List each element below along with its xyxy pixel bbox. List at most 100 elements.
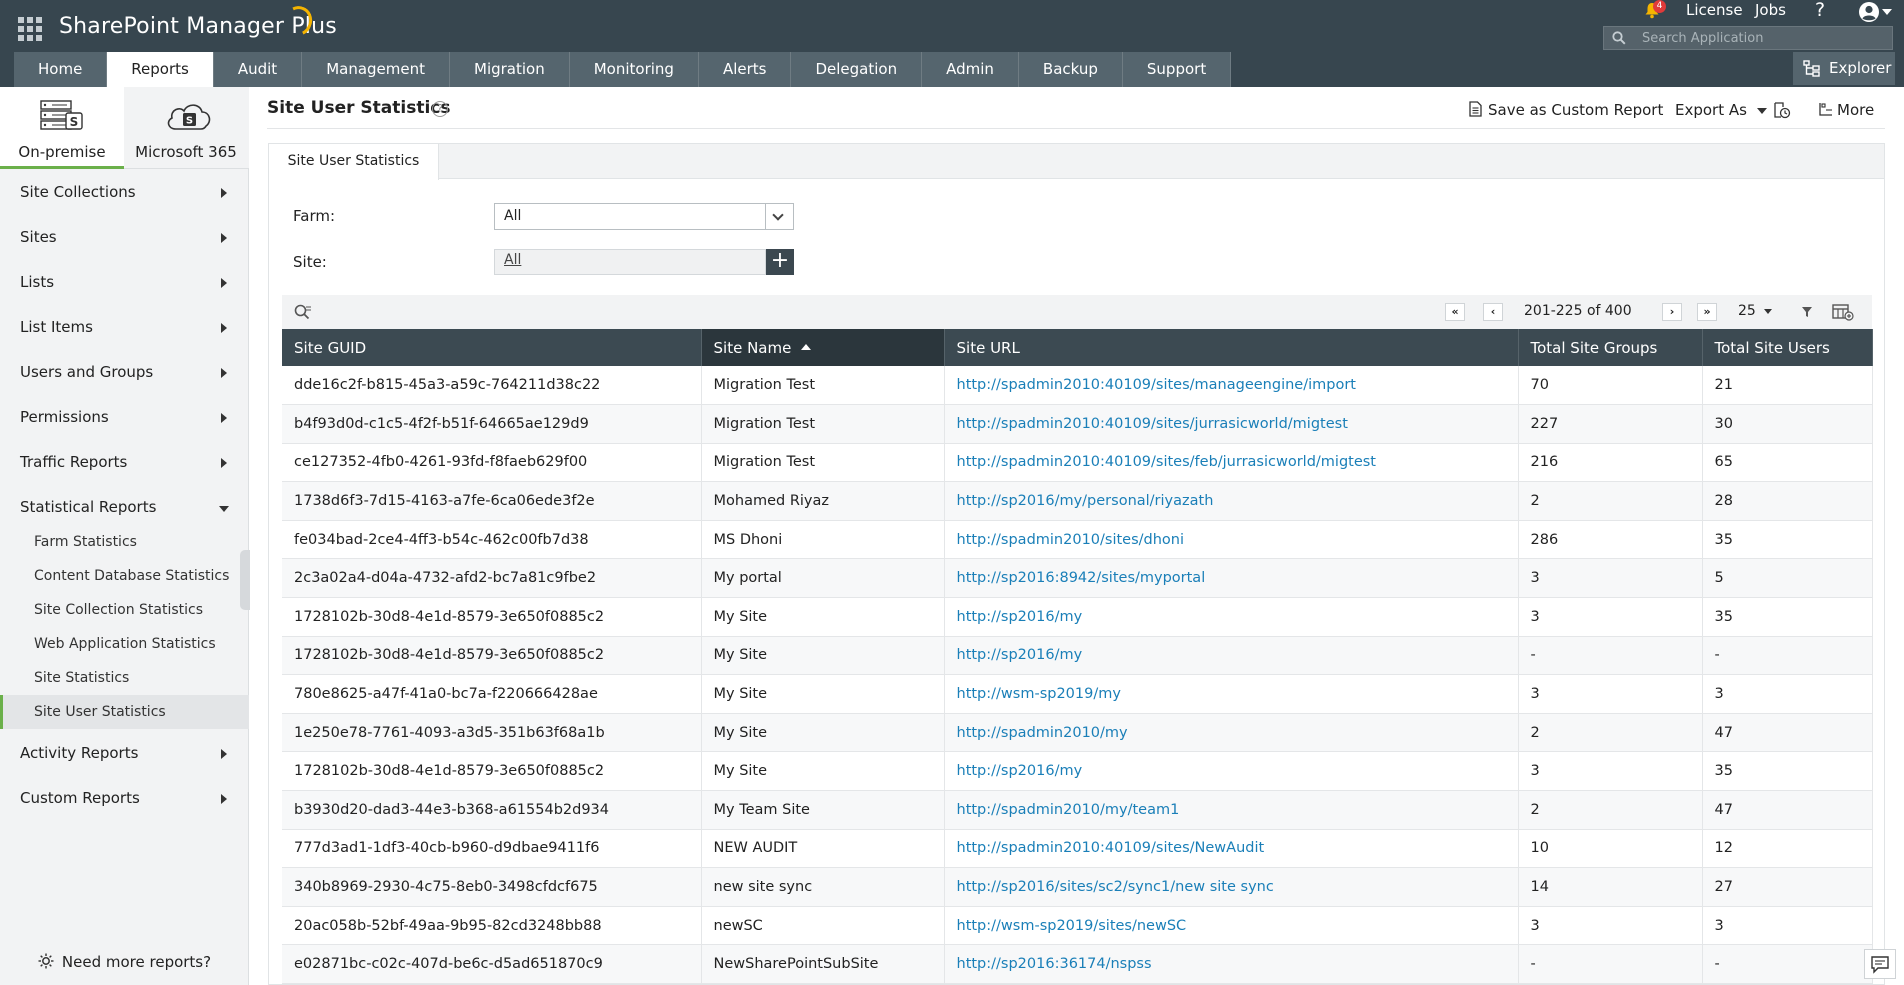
first-page-button[interactable]: « (1445, 303, 1465, 321)
table-row[interactable]: 1e250e78-7761-4093-a3d5-351b63f68a1b My S… (282, 713, 1873, 753)
column-header-site-name[interactable]: Site Name (701, 329, 945, 366)
cell-site-url[interactable]: http://sp2016/my (944, 636, 1519, 676)
cell-site-url[interactable]: http://sp2016:8942/sites/myportal (944, 558, 1519, 599)
tab-alerts[interactable]: Alerts (698, 52, 792, 87)
cell-site-url[interactable]: http://sp2016/my/personal/riyazath (944, 481, 1519, 521)
sidebar-subitem-site-collection-statistics[interactable]: Site Collection Statistics (0, 593, 249, 627)
cell-site-guid: 1728102b-30d8-4e1d-8579-3e650f0885c2 (282, 597, 702, 637)
table-row[interactable]: b3930d20-dad3-44e3-b368-a61554b2d934 My T… (282, 790, 1873, 830)
more-button[interactable]: More (1819, 101, 1874, 119)
cell-site-url[interactable]: http://spadmin2010/sites/dhoni (944, 520, 1519, 560)
table-row[interactable]: 20ac058b-52bf-49aa-9b95-82cd3248bb88 newS… (282, 906, 1873, 946)
cell-site-name: Migration Test (701, 443, 945, 483)
filter-icon[interactable] (1801, 306, 1813, 318)
tab-admin[interactable]: Admin (922, 52, 1019, 87)
sidebar-subitem-web-application-statistics[interactable]: Web Application Statistics (0, 627, 249, 661)
site-field[interactable]: All (494, 249, 766, 275)
license-link[interactable]: License (1686, 0, 1743, 20)
tab-migration[interactable]: Migration (450, 52, 570, 87)
table-row[interactable]: 340b8969-2930-4c75-8eb0-3498cfdcf675 new … (282, 867, 1873, 907)
cell-site-url[interactable]: http://sp2016:36174/nspss (944, 944, 1519, 984)
table-row[interactable]: 1728102b-30d8-4e1d-8579-3e650f0885c2 My S… (282, 636, 1873, 676)
page-size-select[interactable]: 25 (1738, 303, 1773, 319)
cell-site-name: My Site (701, 751, 945, 792)
sidebar-item-users-and-groups[interactable]: Users and Groups (0, 350, 249, 395)
tab-delegation[interactable]: Delegation (791, 52, 923, 87)
cell-site-url[interactable]: http://wsm-sp2019/sites/newSC (944, 906, 1519, 946)
cell-site-url[interactable]: http://sp2016/my (944, 597, 1519, 637)
column-header-site-url[interactable]: Site URL (944, 329, 1519, 366)
export-as-dropdown[interactable]: Export As (1675, 101, 1767, 119)
sidebar-item-list-items[interactable]: List Items (0, 305, 249, 350)
cell-site-url[interactable]: http://sp2016/my (944, 751, 1519, 792)
table-row[interactable]: dde16c2f-b815-45a3-a59c-764211d38c22 Migr… (282, 366, 1873, 406)
cell-site-url[interactable]: http://spadmin2010:40109/sites/manageeng… (944, 366, 1519, 406)
explorer-button[interactable]: Explorer (1793, 52, 1895, 85)
sidebar-collapse-handle[interactable] (240, 550, 250, 610)
sidebar-item-activity-reports[interactable]: Activity Reports (0, 731, 249, 776)
column-chooser-icon[interactable] (1832, 304, 1854, 321)
app-launcher-icon[interactable] (18, 17, 42, 41)
save-as-custom-report-button[interactable]: Save as Custom Report (1469, 101, 1663, 119)
table-row[interactable]: e02871bc-c02c-407d-be6c-d5ad651870c9 NewS… (282, 944, 1873, 984)
sidebar-subitem-site-statistics[interactable]: Site Statistics (0, 661, 249, 695)
sidebar-subitem-farm-statistics[interactable]: Farm Statistics (0, 525, 249, 559)
column-header-total-site-groups[interactable]: Total Site Groups (1518, 329, 1703, 366)
sidebar-item-traffic-reports[interactable]: Traffic Reports (0, 440, 249, 485)
cell-site-guid: 2c3a02a4-d04a-4732-afd2-bc7a81c9fbe2 (282, 558, 702, 599)
tab-site-user-statistics[interactable]: Site User Statistics (269, 144, 439, 180)
add-site-button[interactable]: + (766, 249, 794, 275)
need-more-reports-link[interactable]: Need more reports? (0, 942, 249, 982)
sidebar-item-permissions[interactable]: Permissions (0, 395, 249, 440)
chevron-down-icon[interactable] (765, 204, 793, 229)
help-icon[interactable]: ? (1815, 0, 1825, 21)
cell-site-url[interactable]: http://spadmin2010/my/team1 (944, 790, 1519, 830)
sidebar-item-custom-reports[interactable]: Custom Reports (0, 776, 249, 821)
table-row[interactable]: 780e8625-a47f-41a0-bc7a-f220666428ae My S… (282, 674, 1873, 714)
last-page-button[interactable]: » (1697, 303, 1717, 321)
tab-reports[interactable]: Reports (107, 52, 214, 87)
table-row[interactable]: 777d3ad1-1df3-40cb-b960-d9dbae9411f6 NEW … (282, 829, 1873, 869)
tab-support[interactable]: Support (1122, 52, 1232, 87)
next-page-button[interactable]: › (1662, 303, 1682, 321)
user-menu-caret-icon[interactable] (1882, 9, 1892, 15)
chat-button[interactable] (1864, 949, 1896, 979)
table-row[interactable]: fe034bad-2ce4-4ff3-b54c-462c00fb7d38 MS D… (282, 520, 1873, 560)
sidebar-item-site-collections[interactable]: Site Collections (0, 170, 249, 215)
user-avatar-icon[interactable] (1858, 1, 1880, 23)
cell-site-url[interactable]: http://spadmin2010:40109/sites/NewAudit (944, 829, 1519, 869)
sidebar-subitem-site-user-statistics[interactable]: Site User Statistics (0, 695, 249, 729)
table-row[interactable]: 1738d6f3-7d15-4163-a7fe-6ca06ede3f2e Moha… (282, 481, 1873, 521)
schedule-report-icon[interactable] (1773, 102, 1791, 119)
table-search-icon[interactable] (294, 304, 312, 320)
column-header-total-site-users[interactable]: Total Site Users (1702, 329, 1873, 366)
sidebar-item-lists[interactable]: Lists (0, 260, 249, 305)
site-selected-value[interactable]: All (504, 252, 521, 268)
cell-site-url[interactable]: http://spadmin2010:40109/sites/feb/jurra… (944, 443, 1519, 483)
tab-audit[interactable]: Audit (213, 52, 303, 87)
search-input[interactable] (1642, 28, 1887, 48)
sidebar-subitem-content-database-statistics[interactable]: Content Database Statistics (0, 559, 249, 593)
farm-select[interactable]: All (494, 203, 794, 230)
env-tab-on-premise[interactable]: S On-premise (0, 87, 124, 169)
tab-backup[interactable]: Backup (1018, 52, 1123, 87)
column-header-site-guid[interactable]: Site GUID (282, 329, 702, 366)
cell-site-url[interactable]: http://sp2016/sites/sc2/sync1/new site s… (944, 867, 1519, 907)
tab-monitoring[interactable]: Monitoring (569, 52, 699, 87)
env-tab-microsoft-365[interactable]: S Microsoft 365 (124, 87, 248, 169)
prev-page-button[interactable]: ‹ (1483, 303, 1503, 321)
tab-management[interactable]: Management (302, 52, 450, 87)
table-row[interactable]: 1728102b-30d8-4e1d-8579-3e650f0885c2 My S… (282, 751, 1873, 792)
cell-site-url[interactable]: http://spadmin2010/my (944, 713, 1519, 753)
tab-home[interactable]: Home (14, 52, 108, 87)
table-row[interactable]: 1728102b-30d8-4e1d-8579-3e650f0885c2 My S… (282, 597, 1873, 637)
jobs-link[interactable]: Jobs (1755, 0, 1786, 20)
table-row[interactable]: ce127352-4fb0-4261-93fd-f8faeb629f00 Migr… (282, 443, 1873, 483)
cell-site-url[interactable]: http://wsm-sp2019/my (944, 674, 1519, 714)
sidebar-item-statistical-reports[interactable]: Statistical Reports (0, 485, 249, 530)
help-circle-icon[interactable]: ? (432, 101, 448, 117)
cell-site-url[interactable]: http://spadmin2010:40109/sites/jurrasicw… (944, 404, 1519, 444)
table-row[interactable]: b4f93d0d-c1c5-4f2f-b51f-64665ae129d9 Migr… (282, 404, 1873, 444)
sidebar-item-sites[interactable]: Sites (0, 215, 249, 260)
table-row[interactable]: 2c3a02a4-d04a-4732-afd2-bc7a81c9fbe2 My p… (282, 558, 1873, 599)
